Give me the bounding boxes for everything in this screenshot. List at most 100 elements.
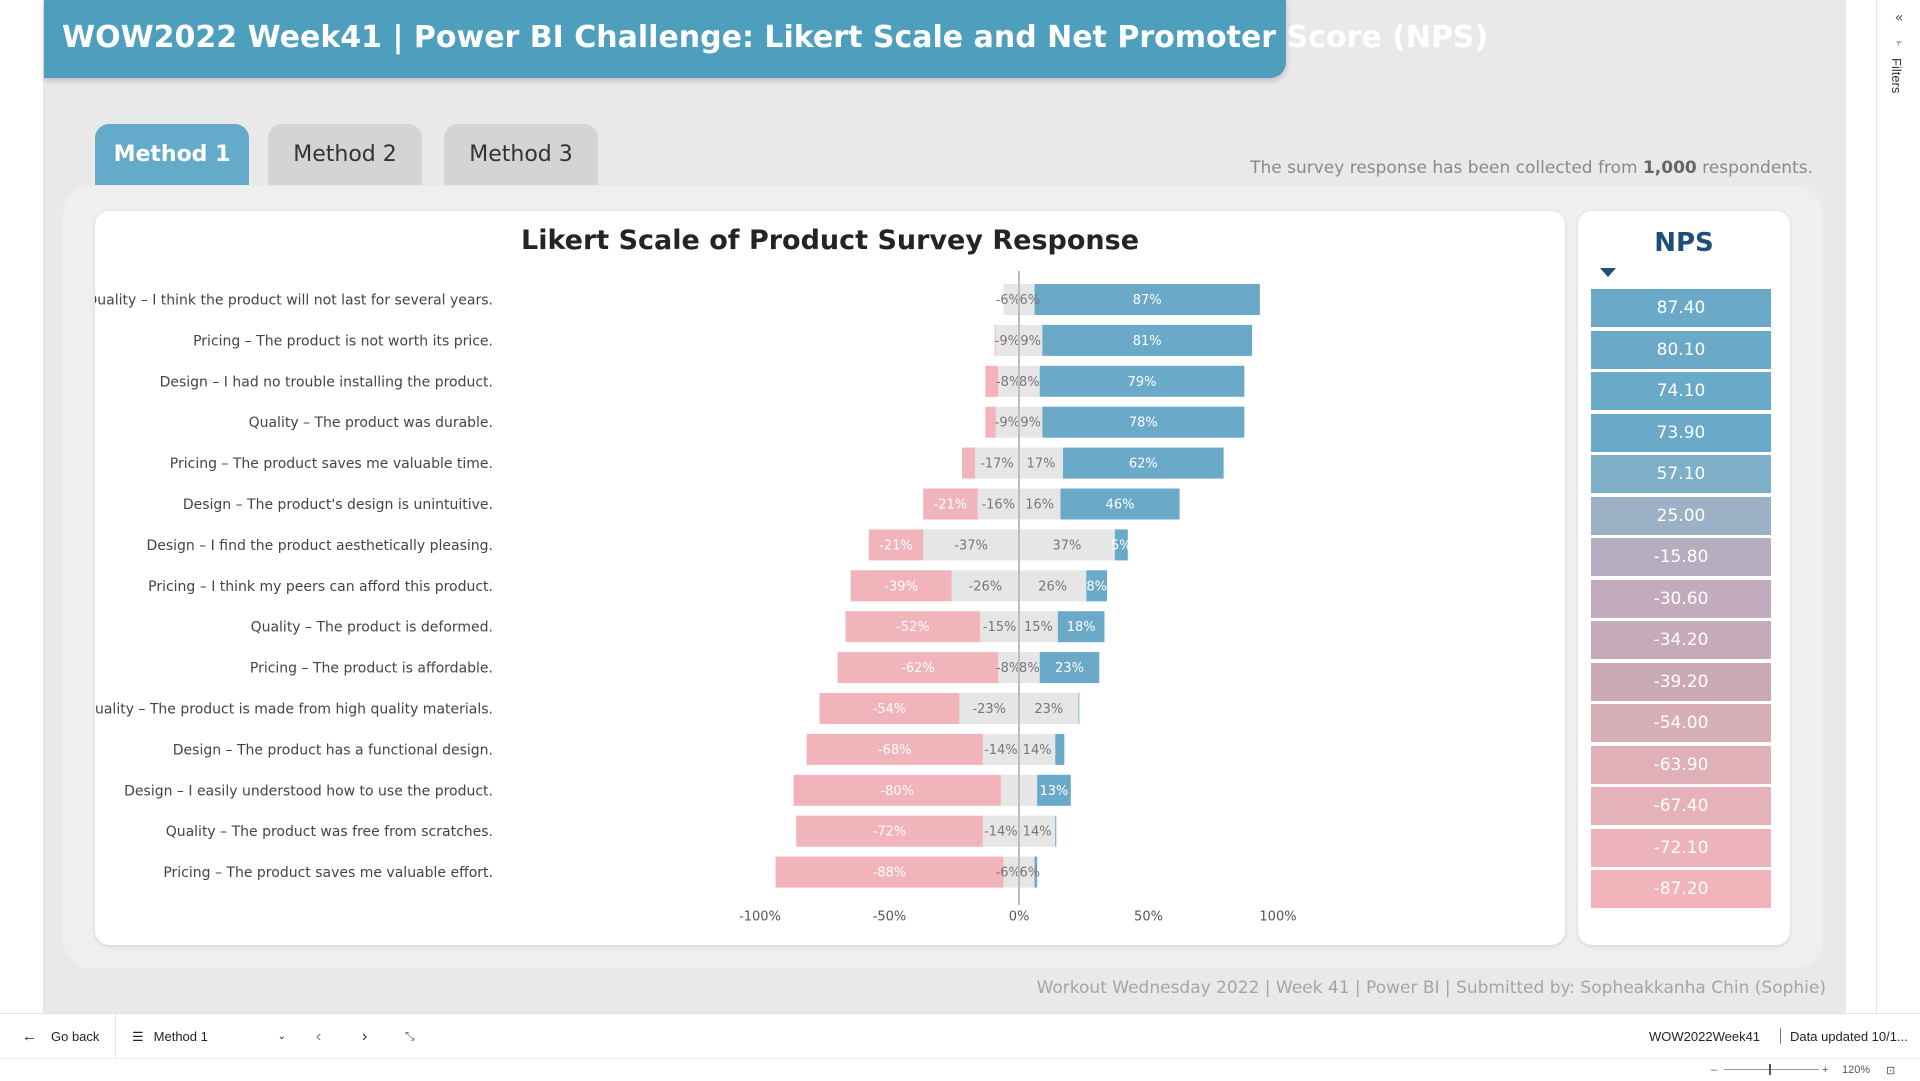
neutral-neg-data-label: -26% bbox=[969, 579, 1003, 594]
neutral-neg-data-label: -37% bbox=[954, 538, 988, 553]
neutral-data-label: 15% bbox=[1024, 620, 1053, 635]
positive-bar bbox=[1078, 693, 1080, 724]
category-label: Pricing – The product is not worth its p… bbox=[193, 333, 493, 349]
pages-icon: ☰ bbox=[132, 1028, 144, 1044]
respondent-count: 1,000 bbox=[1642, 158, 1697, 178]
positive-data-label: 18% bbox=[1067, 620, 1096, 635]
negative-data-label: -72% bbox=[873, 825, 907, 840]
divider bbox=[115, 1014, 116, 1059]
category-label: Design – The product's design is unintui… bbox=[183, 497, 493, 513]
respondents-note: The survey response has been collected f… bbox=[1250, 158, 1813, 178]
filter-icon: ⫧ bbox=[1896, 38, 1902, 49]
nps-value-cell: -67.40 bbox=[1591, 787, 1771, 825]
go-back-button[interactable]: ← Go back bbox=[22, 1014, 99, 1059]
collapse-icon[interactable]: ⤡ bbox=[405, 1014, 415, 1059]
report-title: WOW2022 Week41 | Power BI Challenge: Lik… bbox=[62, 20, 1489, 55]
report-name: WOW2022Week41 bbox=[1649, 1029, 1761, 1044]
nps-value-cell: 74.10 bbox=[1591, 372, 1771, 410]
neutral-data-label: 9% bbox=[1020, 334, 1041, 349]
nps-header[interactable]: NPS bbox=[1578, 228, 1790, 258]
nps-value-cell: 87.40 bbox=[1591, 289, 1771, 327]
arrow-left-icon: ← bbox=[22, 1028, 37, 1045]
neutral-neg-data-label: -8% bbox=[996, 661, 1021, 676]
category-label: Design – I easily understood how to use … bbox=[124, 783, 493, 799]
zoom-level: 120% bbox=[1842, 1064, 1871, 1076]
category-label: Quality – I think the product will not l… bbox=[95, 293, 493, 309]
positive-data-label: 5% bbox=[1111, 538, 1132, 553]
negative-data-label: -21% bbox=[879, 538, 913, 553]
category-label: Design – I find the product aestheticall… bbox=[146, 538, 493, 554]
zoom-slider-thumb[interactable] bbox=[1769, 1064, 1771, 1075]
filters-pane-collapsed[interactable]: « ⫧ Filters bbox=[1876, 0, 1920, 1013]
neutral-neg-data-label: -9% bbox=[995, 334, 1020, 349]
positive-data-label: 81% bbox=[1133, 334, 1162, 349]
likert-chart-visual[interactable]: Likert Scale of Product Survey Response … bbox=[95, 211, 1565, 945]
nps-visual[interactable]: NPS 87.40 80.10 74.10 73.90 57.10 25.00 -15.80… bbox=[1578, 211, 1790, 945]
neutral-bar-left bbox=[1000, 774, 1019, 806]
negative-data-label: -54% bbox=[873, 702, 907, 717]
positive-data-label: 23% bbox=[1055, 661, 1084, 676]
neutral-neg-data-label: -14% bbox=[984, 743, 1018, 758]
nps-value-cell: -15.80 bbox=[1591, 538, 1771, 576]
page-selector[interactable]: ☰ Method 1 ⌄ bbox=[132, 1014, 292, 1059]
x-tick-label: 100% bbox=[1259, 910, 1296, 925]
neutral-neg-data-label: -6% bbox=[996, 866, 1021, 881]
nps-value-cell: -87.20 bbox=[1591, 870, 1771, 908]
neutral-data-label: 9% bbox=[1020, 416, 1041, 431]
negative-data-label: -88% bbox=[873, 866, 907, 881]
neutral-neg-data-label: -15% bbox=[983, 620, 1017, 635]
zoom-in-icon[interactable]: + bbox=[1822, 1059, 1828, 1081]
zoom-out-icon[interactable]: – bbox=[1711, 1059, 1717, 1081]
nps-value-cell: -39.20 bbox=[1591, 662, 1771, 701]
category-label: Quality – The product was durable. bbox=[249, 415, 493, 431]
positive-data-label: 46% bbox=[1106, 498, 1135, 513]
expand-chevron-icon[interactable]: « bbox=[1877, 10, 1920, 26]
x-tick-label: 50% bbox=[1134, 910, 1163, 925]
data-updated: Data updated 10/1... bbox=[1790, 1029, 1908, 1044]
x-tick-label: 0% bbox=[1009, 910, 1030, 925]
category-label: Quality – The product was free from scra… bbox=[166, 824, 493, 840]
neutral-data-label: 14% bbox=[1023, 743, 1052, 758]
likert-chart-svg: Quality – I think the product will not l… bbox=[95, 271, 1297, 925]
positive-bar bbox=[1055, 815, 1057, 847]
tab-method-3[interactable]: Method 3 bbox=[444, 124, 598, 185]
neutral-data-label: 17% bbox=[1027, 457, 1056, 472]
zoom-bar: – + 120% ⊡ bbox=[0, 1058, 1920, 1080]
sort-descending-icon[interactable] bbox=[1600, 268, 1616, 277]
x-tick-label: -50% bbox=[873, 910, 907, 925]
nps-value-cell: -72.10 bbox=[1591, 828, 1771, 867]
nps-value-cell: -30.60 bbox=[1591, 579, 1771, 618]
negative-data-label: -68% bbox=[878, 743, 912, 758]
tab-method-1[interactable]: Method 1 bbox=[95, 124, 249, 185]
previous-page-icon[interactable]: ‹ bbox=[316, 1014, 321, 1059]
zoom-slider[interactable] bbox=[1724, 1069, 1819, 1070]
nps-value-cell: 80.10 bbox=[1591, 330, 1771, 369]
negative-data-label: -52% bbox=[896, 620, 930, 635]
nps-value-cell: 25.00 bbox=[1591, 496, 1771, 535]
next-page-icon[interactable]: › bbox=[362, 1014, 367, 1059]
category-label: Quality – The product is deformed. bbox=[251, 620, 493, 636]
tab-method-2[interactable]: Method 2 bbox=[268, 124, 422, 185]
positive-bar bbox=[1055, 733, 1065, 765]
neutral-neg-data-label: -16% bbox=[981, 498, 1015, 513]
positive-data-label: 78% bbox=[1129, 416, 1158, 431]
neutral-data-label: 8% bbox=[1019, 661, 1040, 676]
neutral-data-label: 16% bbox=[1025, 498, 1054, 513]
nps-value-cell: -54.00 bbox=[1591, 704, 1771, 742]
fit-page-icon[interactable]: ⊡ bbox=[1886, 1059, 1895, 1081]
neutral-neg-data-label: -17% bbox=[980, 457, 1014, 472]
neutral-neg-data-label: -14% bbox=[984, 825, 1018, 840]
filters-label[interactable]: Filters bbox=[1889, 58, 1904, 93]
nps-list: 87.40 80.10 74.10 73.90 57.10 25.00 -15.80 -30.… bbox=[1591, 289, 1771, 912]
positive-data-label: 87% bbox=[1133, 293, 1162, 308]
negative-data-label: -21% bbox=[934, 498, 968, 513]
bottom-bar: ← Go back ☰ Method 1 ⌄ ‹ › ⤡ WOW2022Week… bbox=[0, 1013, 1920, 1059]
negative-data-label: -80% bbox=[880, 784, 914, 799]
positive-data-label: 13% bbox=[1040, 784, 1069, 799]
title-banner: WOW2022 Week41 | Power BI Challenge: Lik… bbox=[44, 0, 1488, 78]
category-label: Pricing – The product is affordable. bbox=[250, 661, 493, 677]
nps-value-cell: -63.90 bbox=[1591, 745, 1771, 784]
category-label: Design – I had no trouble installing the… bbox=[160, 374, 493, 390]
positive-data-label: 8% bbox=[1086, 579, 1107, 594]
neutral-data-label: 23% bbox=[1034, 702, 1063, 717]
